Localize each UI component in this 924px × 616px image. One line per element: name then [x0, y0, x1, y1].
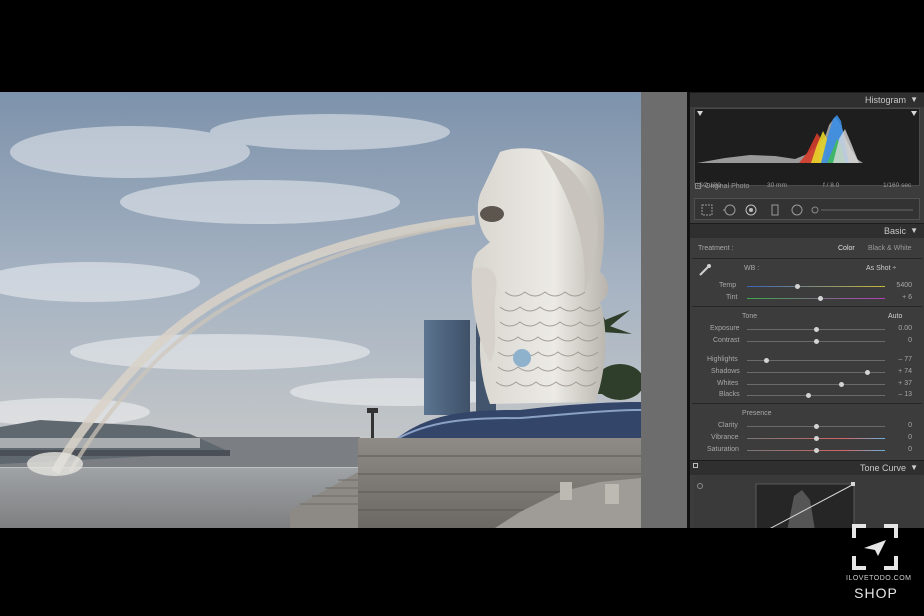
shadows-slider-thumb[interactable]	[865, 370, 871, 375]
shadow-clipping-icon	[697, 111, 703, 116]
shutter-readout: 1/160 sec	[883, 182, 912, 189]
tone-curve-plot	[697, 482, 855, 528]
histogram-graph[interactable]: ISO 100 30 mm f / 8.0 1/160 sec	[694, 108, 920, 189]
blacks-value[interactable]: – 13	[882, 391, 912, 398]
saturation-slider[interactable]	[747, 448, 885, 453]
shadows-slider[interactable]	[747, 370, 885, 375]
vibrance-slider-thumb[interactable]	[814, 436, 819, 441]
focal-length-readout: 30 mm	[767, 182, 787, 189]
original-photo-toggle[interactable]: Original Photo	[695, 183, 749, 190]
watermark-domain: ILOVETODO.COM	[846, 575, 912, 582]
red-eye-icon[interactable]	[745, 204, 757, 216]
clarity-label: Clarity	[718, 422, 738, 429]
original-photo-checkbox[interactable]	[695, 183, 701, 189]
tone-auto-button[interactable]: Auto	[888, 313, 902, 320]
treatment-row: Treatment : Color Black & White	[692, 240, 922, 258]
tone-curve-header[interactable]: Tone Curve ▼	[690, 460, 924, 475]
wb-eyedropper-icon[interactable]	[698, 263, 712, 277]
tone-title: Tone	[742, 313, 758, 320]
photo-preview[interactable]	[0, 92, 641, 528]
basic-header[interactable]: Basic ▼	[690, 223, 924, 238]
treatment-bw-button[interactable]: Black & White	[868, 245, 912, 252]
spot-removal-icon[interactable]	[723, 204, 736, 216]
exposure-slider[interactable]	[747, 327, 885, 332]
collapse-triangle-icon[interactable]: ▼	[910, 95, 918, 104]
develop-right-panel: Histogram ▼ ISO 100 30 mm f / 8.0 1/160 …	[690, 92, 924, 528]
highlights-label: Highlights	[707, 356, 738, 363]
aperture-readout: f / 8.0	[823, 182, 840, 189]
watermark-logo-icon	[850, 522, 900, 572]
whites-label: Whites	[717, 380, 739, 387]
presence-group: Presence Clarity 0 Vibrance 0 Saturation…	[692, 403, 922, 459]
saturation-slider-thumb[interactable]	[814, 448, 819, 453]
saturation-label: Saturation	[707, 446, 739, 453]
targeted-adjustment-icon	[697, 483, 703, 489]
saturation-value[interactable]: 0	[882, 446, 912, 453]
highlights-slider-thumb[interactable]	[764, 358, 770, 363]
contrast-label: Contrast	[713, 337, 740, 344]
merlion-photo	[0, 92, 641, 528]
filmstrip-gutter	[641, 92, 687, 528]
exposure-label: Exposure	[710, 325, 740, 332]
tone-group: Tone Auto Exposure 0.00 Contrast 0 Highl…	[692, 306, 922, 402]
treatment-label: Treatment :	[698, 245, 734, 252]
highlights-slider[interactable]	[747, 358, 885, 363]
shadows-value[interactable]: + 74	[882, 368, 912, 375]
temp-label: Temp	[719, 282, 737, 289]
contrast-slider[interactable]	[747, 339, 885, 344]
contrast-value[interactable]: 0	[882, 337, 912, 344]
presence-title: Presence	[742, 410, 772, 417]
temp-slider-thumb[interactable]	[794, 284, 800, 289]
tint-label: Tint	[726, 294, 738, 301]
collapse-triangle-icon[interactable]: ▼	[910, 226, 918, 235]
highlights-value[interactable]: – 77	[882, 356, 912, 363]
adjustment-brush-slider[interactable]	[811, 204, 915, 216]
basic-title: Basic	[883, 226, 906, 236]
blacks-slider[interactable]	[747, 393, 885, 398]
whites-value[interactable]: + 37	[882, 380, 912, 387]
whites-slider[interactable]	[747, 382, 885, 387]
tint-slider-thumb[interactable]	[818, 296, 824, 301]
histogram-title: Histogram	[864, 95, 906, 105]
graduated-filter-icon[interactable]	[769, 204, 781, 216]
radial-filter-icon[interactable]	[791, 204, 803, 216]
crop-tool-icon[interactable]	[701, 204, 713, 216]
clarity-value[interactable]: 0	[882, 422, 912, 429]
clarity-slider-thumb[interactable]	[814, 424, 819, 429]
vibrance-value[interactable]: 0	[882, 434, 912, 441]
panel-enable-toggle-icon[interactable]	[693, 463, 698, 468]
original-photo-label: Original Photo	[705, 183, 750, 190]
histogram-plot	[697, 111, 917, 163]
wb-preset-dropdown[interactable]: As Shot ÷	[866, 265, 896, 272]
tone-curve-graph[interactable]	[694, 476, 920, 528]
whites-slider-thumb[interactable]	[838, 382, 844, 387]
clarity-slider[interactable]	[747, 424, 885, 429]
exposure-value[interactable]: 0.00	[882, 325, 912, 332]
white-balance-group: WB : As Shot ÷ Temp 5400 Tint + 6	[692, 258, 922, 306]
blacks-slider-thumb[interactable]	[805, 393, 811, 398]
tint-value[interactable]: + 6	[882, 294, 912, 301]
highlight-clipping-icon	[911, 111, 917, 116]
histogram-header[interactable]: Histogram ▼	[690, 92, 924, 107]
temp-value[interactable]: 5400	[882, 282, 912, 289]
collapse-triangle-icon[interactable]: ▼	[910, 463, 918, 472]
temp-slider[interactable]	[747, 284, 885, 289]
blacks-label: Blacks	[719, 391, 740, 398]
shadows-label: Shadows	[711, 368, 740, 375]
tool-strip	[694, 198, 920, 220]
vibrance-slider[interactable]	[747, 436, 885, 441]
tint-slider[interactable]	[747, 296, 885, 301]
watermark-shop: SHOP	[854, 585, 898, 601]
treatment-color-button[interactable]: Color	[838, 245, 855, 252]
vibrance-label: Vibrance	[711, 434, 739, 441]
wb-label: WB :	[744, 265, 760, 272]
exposure-slider-thumb[interactable]	[814, 327, 819, 332]
tone-curve-title: Tone Curve	[859, 463, 906, 473]
contrast-slider-thumb[interactable]	[814, 339, 819, 344]
